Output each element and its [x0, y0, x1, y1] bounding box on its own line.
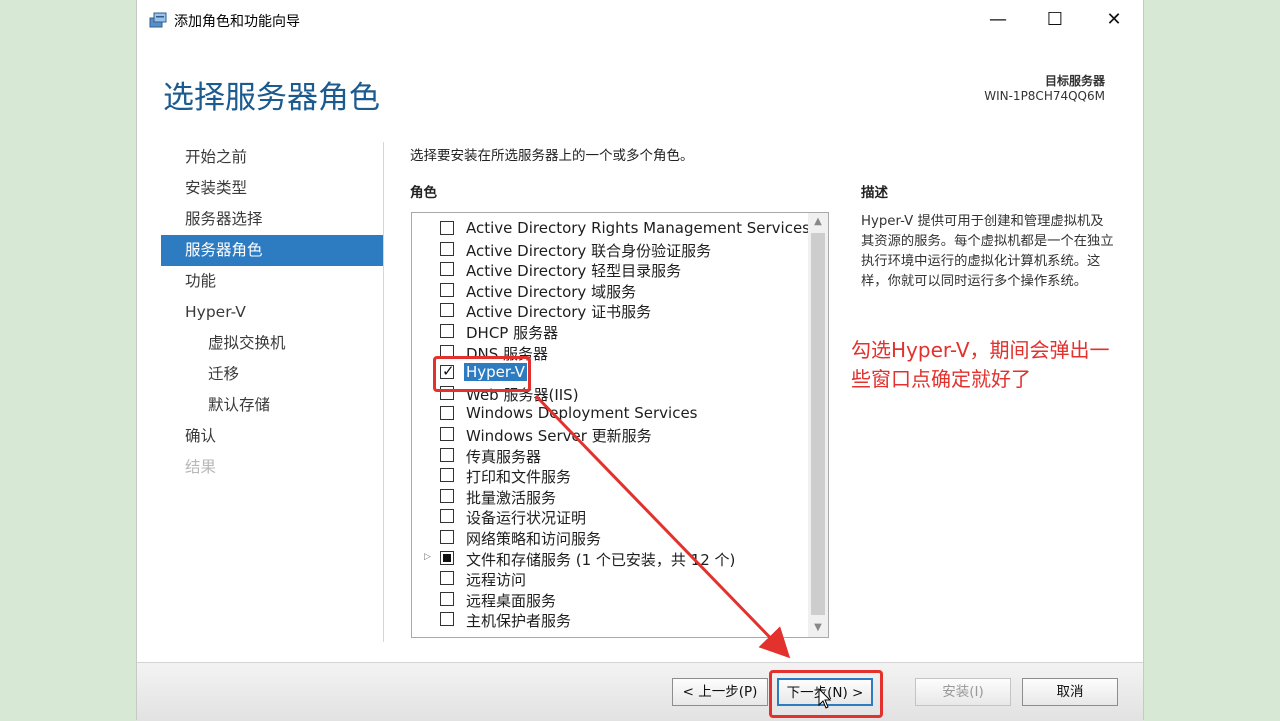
maximize-button[interactable]: ☐ [1032, 6, 1078, 34]
role-label: Active Directory 证书服务 [466, 303, 652, 322]
role-label: 网络策略和访问服务 [466, 529, 602, 548]
nav-item[interactable]: 服务器角色 [161, 235, 383, 266]
role-row[interactable]: 远程访问 [412, 568, 808, 589]
minimize-button[interactable]: — [975, 6, 1021, 34]
role-label: 打印和文件服务 [466, 468, 572, 487]
target-server-label: 目标服务器 [1044, 74, 1105, 88]
role-row[interactable]: 传真服务器 [412, 445, 808, 466]
role-label: DHCP 服务器 [466, 323, 559, 342]
role-row[interactable]: 远程桌面服务 [412, 589, 808, 610]
nav-item[interactable]: 迁移 [161, 359, 383, 390]
role-label: 远程桌面服务 [466, 591, 557, 610]
role-row[interactable]: Active Directory 证书服务 [412, 300, 808, 321]
cancel-button[interactable]: 取消 [1022, 678, 1118, 706]
role-label: Windows Deployment Services [466, 404, 698, 423]
roles-list-items: Active Directory Rights Management Servi… [412, 218, 810, 630]
wizard-nav: 开始之前 安装类型 服务器选择 服务器角色 功能 Hyper-V 虚拟交换机 迁移 默认存储 确认… [161, 142, 383, 483]
partial-check-icon [443, 553, 451, 562]
scroll-thumb[interactable] [811, 233, 825, 615]
hyperv-highlight-box [433, 356, 531, 392]
role-checkbox[interactable] [440, 488, 454, 503]
description-text: Hyper-V 提供可用于创建和管理虚拟机及其资源的服务。每个虚拟机都是一个在独… [861, 214, 1114, 289]
role-checkbox[interactable] [440, 262, 454, 277]
role-checkbox[interactable] [440, 468, 454, 483]
scroll-up-icon[interactable]: ▲ [808, 213, 828, 231]
scroll-down-icon[interactable]: ▼ [808, 619, 828, 637]
role-label: Active Directory 联合身份验证服务 [466, 241, 712, 260]
role-row[interactable]: Active Directory 联合身份验证服务 [412, 239, 808, 260]
role-checkbox[interactable] [440, 323, 454, 338]
expand-arrow-icon[interactable]: ▷ [424, 552, 431, 562]
role-checkbox[interactable] [440, 406, 454, 421]
role-row[interactable]: Active Directory 轻型目录服务 [412, 259, 808, 280]
role-row[interactable]: Windows Server 更新服务 [412, 424, 808, 445]
mouse-pointer-icon [818, 688, 832, 709]
title-bar: 添加角色和功能向导 — ☐ ✕ [137, 0, 1143, 40]
role-checkbox[interactable] [440, 426, 454, 441]
role-label: 主机保护者服务 [466, 612, 572, 631]
description-header: 描述 [861, 185, 888, 201]
role-label: 远程访问 [466, 571, 527, 590]
nav-item: 结果 [185, 458, 217, 476]
role-label: 传真服务器 [466, 447, 542, 466]
nav-item[interactable]: 确认 [161, 421, 383, 452]
wizard-window: 添加角色和功能向导 — ☐ ✕ 选择服务器角色 目标服务器 WIN-1P8CH7… [136, 0, 1144, 721]
role-label: 批量激活服务 [466, 488, 557, 507]
role-row[interactable]: DHCP 服务器 [412, 321, 808, 342]
roles-list[interactable]: Active Directory Rights Management Servi… [411, 212, 829, 638]
role-row[interactable]: 主机保护者服务 [412, 609, 808, 630]
role-checkbox[interactable] [440, 282, 454, 297]
role-checkbox[interactable] [440, 571, 454, 586]
role-label: 设备运行状况证明 [466, 509, 587, 528]
role-row[interactable]: 设备运行状况证明 [412, 506, 808, 527]
role-label: 文件和存储服务 (1 个已安装，共 12 个) [466, 550, 736, 569]
role-row[interactable]: 批量激活服务 [412, 486, 808, 507]
role-row[interactable]: ▷ 文件和存储服务 (1 个已安装，共 12 个) [412, 548, 808, 569]
role-label: Active Directory Rights Management Servi… [466, 219, 810, 237]
nav-divider [383, 142, 384, 642]
role-checkbox[interactable] [440, 303, 454, 318]
role-checkbox[interactable] [440, 509, 454, 524]
role-row[interactable]: 网络策略和访问服务 [412, 527, 808, 548]
window-title: 添加角色和功能向导 [174, 14, 300, 30]
role-checkbox[interactable] [440, 550, 454, 565]
role-label: Active Directory 轻型目录服务 [466, 262, 682, 281]
target-server-value: WIN-1P8CH74QQ6M [984, 89, 1105, 103]
nav-item[interactable]: 虚拟交换机 [161, 328, 383, 359]
previous-button[interactable]: < 上一步(P) [672, 678, 768, 706]
nav-item[interactable]: 默认存储 [161, 390, 383, 421]
nav-item[interactable]: 服务器选择 [161, 204, 383, 235]
page-title: 选择服务器角色 [163, 80, 380, 116]
nav-item[interactable]: 安装类型 [161, 173, 383, 204]
role-checkbox[interactable] [440, 591, 454, 606]
instruction-text: 选择要安装在所选服务器上的一个或多个角色。 [410, 148, 694, 164]
annotation-note: 勾选Hyper-V，期间会弹出一些窗口点确定就好了 [851, 338, 1110, 391]
role-checkbox[interactable] [440, 529, 454, 544]
install-button[interactable]: 安装(I) [915, 678, 1011, 706]
nav-item[interactable]: Hyper-V [161, 297, 383, 328]
server-manager-icon [149, 12, 167, 28]
role-row[interactable]: Active Directory 域服务 [412, 280, 808, 301]
role-row[interactable]: Windows Deployment Services [412, 403, 808, 424]
roles-scrollbar[interactable]: ▲ ▼ [808, 213, 828, 637]
role-label: Windows Server 更新服务 [466, 426, 652, 445]
role-checkbox[interactable] [440, 221, 454, 235]
role-row[interactable]: Active Directory Rights Management Servi… [412, 218, 810, 239]
nav-item[interactable]: 功能 [161, 266, 383, 297]
role-label: Active Directory 域服务 [466, 282, 637, 301]
role-checkbox[interactable] [440, 241, 454, 256]
nav-item[interactable]: 开始之前 [161, 142, 383, 173]
role-checkbox[interactable] [440, 447, 454, 462]
role-checkbox[interactable] [440, 612, 454, 627]
close-button[interactable]: ✕ [1091, 6, 1137, 34]
role-row[interactable]: 打印和文件服务 [412, 465, 808, 486]
roles-header: 角色 [410, 185, 437, 201]
